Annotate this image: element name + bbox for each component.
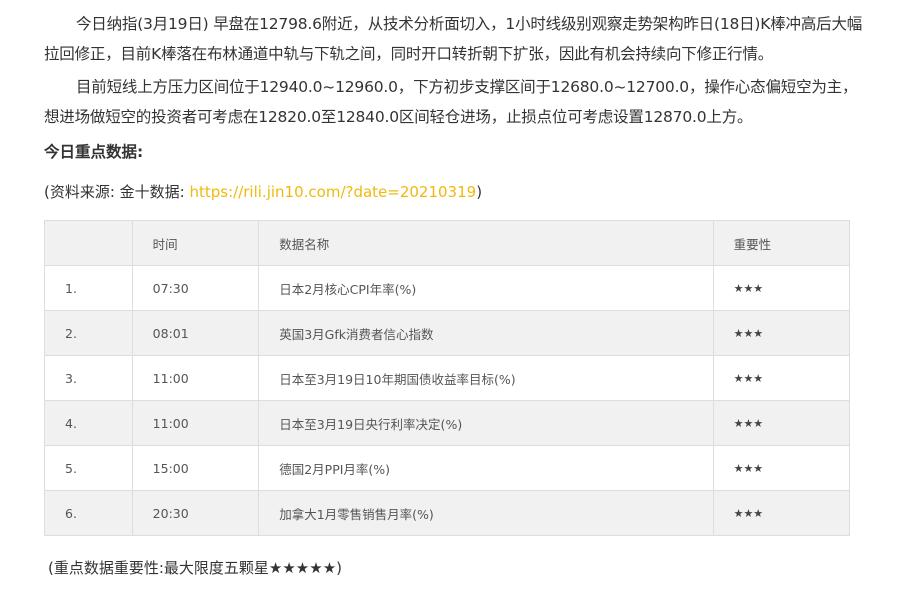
- row-time: 11:00: [131, 355, 260, 401]
- header-importance: 重要性: [712, 220, 851, 266]
- row-index: 4.: [44, 400, 133, 446]
- row-index: 6.: [44, 490, 133, 536]
- row-index: 1.: [44, 265, 133, 311]
- table-row: 3. 11:00 日本至3月19日10年期国债收益率目标(%) ★★★: [44, 355, 851, 401]
- row-data-name: 日本2月核心CPI年率(%): [258, 265, 714, 311]
- row-importance-stars: ★★★: [712, 400, 851, 446]
- table-row: 5. 15:00 德国2月PPI月率(%) ★★★: [44, 445, 851, 491]
- row-importance-stars: ★★★: [712, 265, 851, 311]
- table-row: 6. 20:30 加拿大1月零售销售月率(%) ★★★: [44, 490, 851, 536]
- analysis-paragraph-1: 今日纳指(3月19日) 早盘在12798.6附近，从技术分析面切入，1小时线级别…: [44, 15, 863, 63]
- row-importance-stars: ★★★: [712, 310, 851, 356]
- header-index: [44, 220, 133, 266]
- importance-note: (重点数据重要性:最大限度五颗星★★★★★): [48, 559, 342, 577]
- row-importance-stars: ★★★: [712, 445, 851, 491]
- row-data-name: 英国3月Gfk消费者信心指数: [258, 310, 714, 356]
- source-prefix: (资料来源: 金十数据:: [44, 183, 190, 201]
- source-suffix: ): [476, 183, 483, 201]
- economic-calendar-table: 时间 数据名称 重要性 1. 07:30 日本2月核心CPI年率(%) ★★★ …: [44, 220, 851, 536]
- header-time: 时间: [131, 220, 260, 266]
- row-importance-stars: ★★★: [712, 490, 851, 536]
- analysis-paragraph-2: 目前短线上方压力区间位于12940.0~12960.0，下方初步支撑区间于126…: [44, 78, 858, 126]
- data-source-line: (资料来源: 金十数据: https://rili.jin10.com/?dat…: [44, 177, 482, 207]
- row-importance-stars: ★★★: [712, 355, 851, 401]
- row-index: 2.: [44, 310, 133, 356]
- row-data-name: 加拿大1月零售销售月率(%): [258, 490, 714, 536]
- row-time: 11:00: [131, 400, 260, 446]
- header-data-name: 数据名称: [258, 220, 714, 266]
- row-data-name: 日本至3月19日10年期国债收益率目标(%): [258, 355, 714, 401]
- key-data-heading: 今日重点数据:: [44, 143, 144, 161]
- row-index: 3.: [44, 355, 133, 401]
- source-link[interactable]: https://rili.jin10.com/?date=20210319: [190, 183, 477, 201]
- row-time: 20:30: [131, 490, 260, 536]
- table-header-row: 时间 数据名称 重要性: [44, 220, 851, 266]
- row-index: 5.: [44, 445, 133, 491]
- row-data-name: 日本至3月19日央行利率决定(%): [258, 400, 714, 446]
- table-row: 4. 11:00 日本至3月19日央行利率决定(%) ★★★: [44, 400, 851, 446]
- row-data-name: 德国2月PPI月率(%): [258, 445, 714, 491]
- row-time: 07:30: [131, 265, 260, 311]
- row-time: 15:00: [131, 445, 260, 491]
- table-row: 1. 07:30 日本2月核心CPI年率(%) ★★★: [44, 265, 851, 311]
- row-time: 08:01: [131, 310, 260, 356]
- table-row: 2. 08:01 英国3月Gfk消费者信心指数 ★★★: [44, 310, 851, 356]
